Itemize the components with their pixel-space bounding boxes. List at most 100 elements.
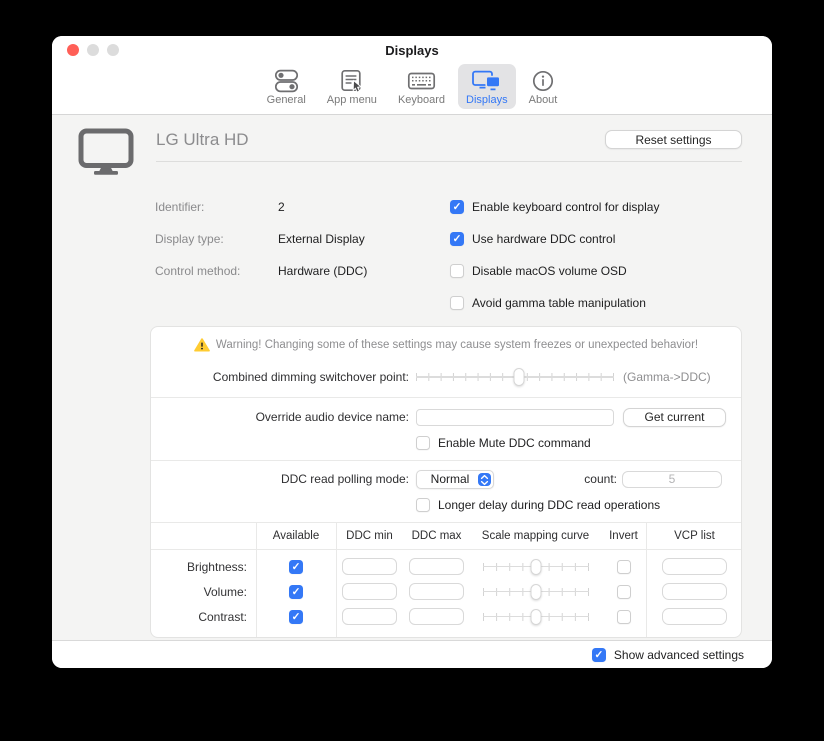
row-label: Brightness: bbox=[151, 560, 256, 574]
document-cursor-icon bbox=[339, 68, 364, 93]
row-label: Contrast: bbox=[151, 610, 256, 624]
displays-pane: LG Ultra HD Reset settings Identifier: 2… bbox=[52, 115, 772, 640]
vcp-list-input[interactable] bbox=[662, 558, 727, 575]
tab-about-label: About bbox=[529, 94, 558, 106]
reset-settings-button[interactable]: Reset settings bbox=[605, 130, 742, 149]
display-info: Identifier: 2 Display type: External Dis… bbox=[155, 197, 742, 312]
slider-thumb[interactable] bbox=[530, 609, 541, 625]
tab-keyboard[interactable]: Keyboard bbox=[390, 64, 453, 109]
option-enable-keyboard-control: Enable keyboard control for display bbox=[450, 197, 659, 216]
zoom-button[interactable] bbox=[107, 44, 119, 56]
close-button[interactable] bbox=[67, 44, 79, 56]
tab-general-label: General bbox=[267, 94, 306, 106]
monitor-icon bbox=[78, 128, 134, 180]
audio-name-input[interactable] bbox=[416, 409, 614, 426]
dimming-switchover-row: Combined dimming switchover point: (Gamm… bbox=[151, 367, 741, 387]
checkbox[interactable] bbox=[416, 436, 430, 450]
checkbox[interactable] bbox=[617, 585, 631, 599]
controls-table: Available DDC min DDC max Scale mapping … bbox=[151, 522, 741, 637]
header-divider bbox=[156, 161, 742, 162]
slider-thumb[interactable] bbox=[530, 584, 541, 600]
ddc-max-input[interactable] bbox=[409, 583, 464, 600]
ddc-min-input[interactable] bbox=[342, 583, 397, 600]
checkbox[interactable] bbox=[450, 232, 464, 246]
tab-keyboard-label: Keyboard bbox=[398, 94, 445, 106]
tab-about[interactable]: About bbox=[521, 64, 566, 109]
info-row-control-method: Control method: Hardware (DDC) bbox=[155, 261, 450, 280]
table-row-volume: Volume: bbox=[151, 579, 741, 604]
row-label: Volume: bbox=[151, 585, 256, 599]
audio-label: Override audio device name: bbox=[151, 410, 409, 424]
option-label: Disable macOS volume OSD bbox=[472, 264, 627, 278]
checkbox[interactable] bbox=[617, 610, 631, 624]
table-row-brightness: Brightness: bbox=[151, 554, 741, 579]
displays-window: Displays General bbox=[52, 36, 772, 668]
table-header-row: Available DDC min DDC max Scale mapping … bbox=[151, 523, 741, 550]
option-label: Use hardware DDC control bbox=[472, 232, 615, 246]
dimming-suffix: (Gamma->DDC) bbox=[623, 370, 711, 384]
mute-ddc-row: Enable Mute DDC command bbox=[416, 433, 741, 452]
polling-mode-row: DDC read polling mode: Normal count: bbox=[151, 469, 741, 489]
checkbox[interactable] bbox=[416, 498, 430, 512]
info-value: Hardware (DDC) bbox=[278, 264, 367, 278]
tab-app-menu[interactable]: App menu bbox=[319, 64, 385, 109]
info-value: External Display bbox=[278, 232, 365, 246]
checkbox[interactable] bbox=[289, 610, 303, 624]
ddc-max-input[interactable] bbox=[409, 558, 464, 575]
vcp-list-input[interactable] bbox=[662, 583, 727, 600]
tab-displays-label: Displays bbox=[466, 94, 508, 106]
title-bar: Displays bbox=[52, 36, 772, 64]
audio-name-row: Override audio device name: Get current bbox=[151, 407, 741, 427]
displays-icon bbox=[471, 68, 502, 93]
table-row-contrast: Contrast: bbox=[151, 604, 741, 629]
toggles-icon bbox=[273, 68, 300, 93]
longer-delay-label: Longer delay during DDC read operations bbox=[438, 498, 660, 512]
longer-delay-row: Longer delay during DDC read operations bbox=[416, 495, 741, 514]
footer-bar: Show advanced settings bbox=[52, 640, 772, 668]
option-label: Enable keyboard control for display bbox=[472, 200, 659, 214]
count-label: count: bbox=[494, 472, 617, 486]
info-value: 2 bbox=[278, 200, 285, 214]
dimming-slider[interactable] bbox=[416, 367, 614, 387]
warning-icon bbox=[194, 338, 210, 352]
checkbox[interactable] bbox=[450, 264, 464, 278]
traffic-lights bbox=[67, 44, 119, 56]
slider-thumb[interactable] bbox=[530, 559, 541, 575]
warning-row: Warning! Changing some of these settings… bbox=[151, 337, 741, 353]
vcp-list-input[interactable] bbox=[662, 608, 727, 625]
warning-text: Warning! Changing some of these settings… bbox=[216, 339, 698, 351]
curve-slider[interactable] bbox=[483, 607, 589, 627]
minimize-button[interactable] bbox=[87, 44, 99, 56]
option-use-hardware-ddc: Use hardware DDC control bbox=[450, 229, 659, 248]
option-label: Avoid gamma table manipulation bbox=[472, 296, 646, 310]
tab-general[interactable]: General bbox=[259, 64, 314, 109]
count-input[interactable] bbox=[622, 471, 722, 488]
info-row-identifier: Identifier: 2 bbox=[155, 197, 450, 216]
polling-label: DDC read polling mode: bbox=[151, 472, 409, 486]
get-current-button[interactable]: Get current bbox=[623, 408, 726, 427]
header-ddc-max: DDC max bbox=[403, 530, 470, 542]
checkbox[interactable] bbox=[592, 648, 606, 662]
tab-displays[interactable]: Displays bbox=[458, 64, 516, 109]
dimming-label: Combined dimming switchover point: bbox=[151, 370, 409, 384]
checkbox[interactable] bbox=[450, 200, 464, 214]
checkbox[interactable] bbox=[289, 560, 303, 574]
curve-slider[interactable] bbox=[483, 557, 589, 577]
ddc-min-input[interactable] bbox=[342, 608, 397, 625]
table-divider bbox=[646, 523, 647, 637]
table-divider bbox=[256, 523, 257, 637]
ddc-min-input[interactable] bbox=[342, 558, 397, 575]
mute-ddc-label: Enable Mute DDC command bbox=[438, 436, 591, 450]
info-icon bbox=[531, 68, 555, 93]
polling-mode-select[interactable]: Normal bbox=[416, 470, 494, 489]
curve-slider[interactable] bbox=[483, 582, 589, 602]
table-divider bbox=[336, 523, 337, 637]
show-advanced-label: Show advanced settings bbox=[614, 648, 744, 662]
ddc-max-input[interactable] bbox=[409, 608, 464, 625]
checkbox[interactable] bbox=[289, 585, 303, 599]
checkbox[interactable] bbox=[450, 296, 464, 310]
checkbox[interactable] bbox=[617, 560, 631, 574]
advanced-settings-panel: Warning! Changing some of these settings… bbox=[150, 326, 742, 638]
slider-thumb[interactable] bbox=[513, 368, 524, 386]
preferences-toolbar: General App menu bbox=[52, 64, 772, 115]
